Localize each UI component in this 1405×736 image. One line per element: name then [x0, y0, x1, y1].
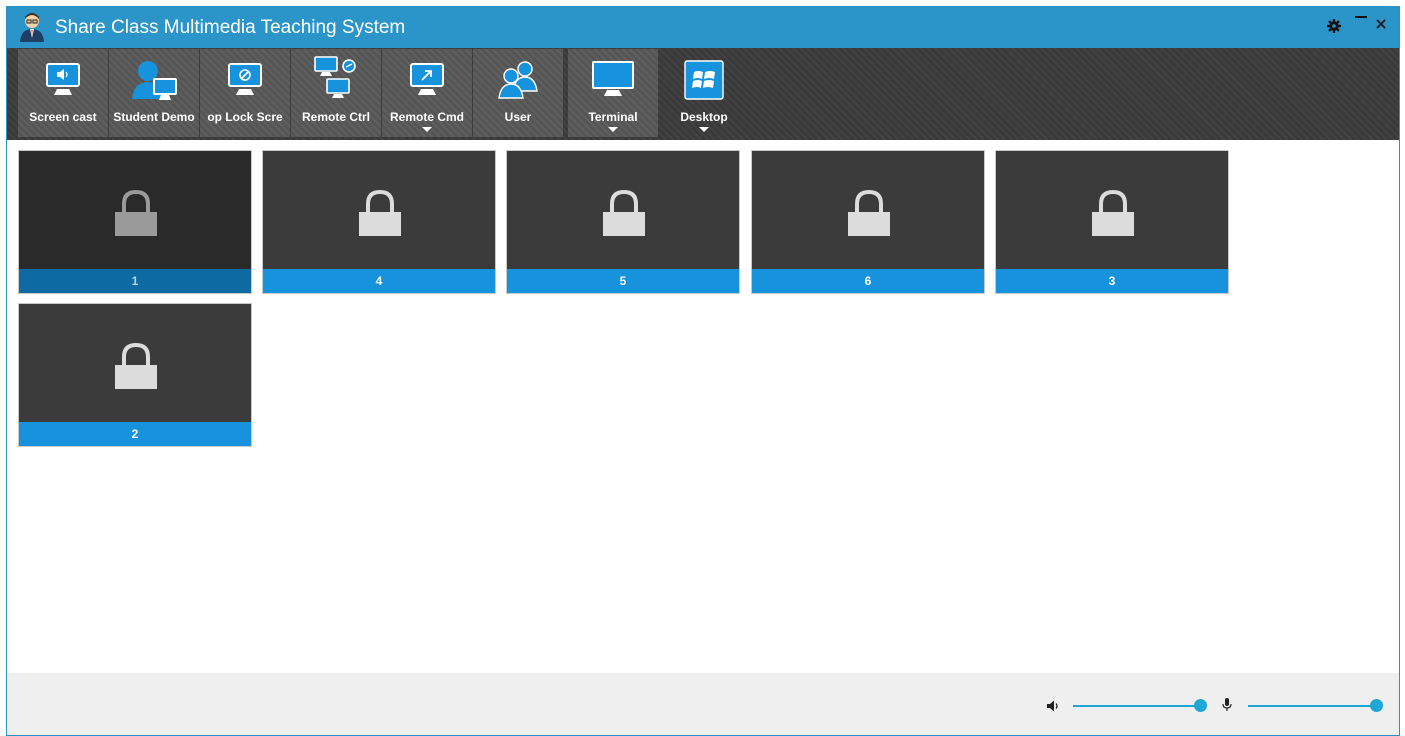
terminal-label: 3 [996, 269, 1228, 293]
terminal-label: 1 [19, 269, 251, 293]
terminal-screen [263, 151, 495, 269]
terminal-screen [19, 151, 251, 269]
teacher-avatar-icon [20, 13, 44, 42]
lock-icon [603, 189, 645, 236]
terminal-label: 4 [263, 269, 495, 293]
close-icon[interactable] [1375, 18, 1387, 30]
remote-cmd-button[interactable]: Remote Cmd [382, 49, 472, 137]
screen-cast-button[interactable]: Screen cast [18, 49, 108, 137]
window-title: Share Class Multimedia Teaching System [55, 17, 406, 38]
minimize-icon[interactable] [1354, 15, 1368, 21]
user-button[interactable]: User [473, 49, 563, 137]
chevron-down-icon[interactable] [422, 127, 432, 132]
speaker-icon[interactable] [1046, 699, 1060, 713]
title-bar: Share Class Multimedia Teaching System [7, 7, 1399, 48]
app-window: Share Class Multimedia Teaching System S… [6, 6, 1400, 736]
volume-slider[interactable] [1073, 697, 1207, 715]
terminal-label: 2 [19, 422, 251, 446]
terminal-screen [752, 151, 984, 269]
student-demo-icon [132, 61, 177, 100]
terminal-icon [592, 61, 634, 96]
student-demo-label: Student Demo [113, 110, 195, 124]
lock-icon [115, 342, 157, 389]
desktop-icon [684, 60, 724, 100]
terminal-screen [507, 151, 739, 269]
lock-icon [848, 189, 890, 236]
terminal-grid: 1 4 5 6 3 2 [7, 140, 1399, 673]
user-label: User [504, 110, 532, 124]
screen-cast-icon [46, 63, 80, 95]
lock-screen-icon [228, 63, 262, 95]
remote-ctrl-icon [314, 56, 356, 98]
remote-ctrl-label: Remote Ctrl [301, 110, 370, 124]
terminal-tile[interactable]: 5 [506, 150, 740, 294]
terminal-button[interactable]: Terminal [568, 49, 658, 137]
terminal-screen [996, 151, 1228, 269]
chevron-down-icon[interactable] [608, 127, 618, 132]
status-footer [7, 673, 1399, 735]
volume-slider-knob[interactable] [1194, 699, 1207, 712]
terminal-screen [19, 304, 251, 422]
terminal-label: Terminal [588, 110, 638, 124]
user-icon [498, 61, 538, 99]
desktop-button[interactable]: Desktop [659, 49, 749, 137]
terminal-label: 6 [752, 269, 984, 293]
lock-icon [1092, 189, 1134, 236]
terminal-tile[interactable]: 4 [262, 150, 496, 294]
microphone-slider-knob[interactable] [1370, 699, 1383, 712]
settings-gear-icon[interactable] [1327, 19, 1341, 33]
lock-screen-label: op Lock Scre [207, 110, 283, 124]
student-demo-button[interactable]: Student Demo [109, 49, 199, 137]
remote-ctrl-button[interactable]: Remote Ctrl [291, 49, 381, 137]
terminal-label: 5 [507, 269, 739, 293]
remote-cmd-label: Remote Cmd [389, 110, 464, 124]
lock-icon [115, 189, 157, 236]
screen-cast-label: Screen cast [29, 110, 97, 124]
terminal-tile[interactable]: 3 [995, 150, 1229, 294]
chevron-down-icon[interactable] [699, 127, 709, 132]
lock-screen-button[interactable]: op Lock Scre [200, 49, 290, 137]
lock-icon [359, 189, 401, 236]
terminal-tile[interactable]: 1 [18, 150, 252, 294]
terminal-tile[interactable]: 6 [751, 150, 985, 294]
microphone-icon[interactable] [1221, 697, 1233, 713]
terminal-tile[interactable]: 2 [18, 303, 252, 447]
remote-cmd-icon [410, 63, 444, 95]
volume-slider-track [1073, 705, 1199, 707]
microphone-slider[interactable] [1248, 697, 1383, 715]
microphone-slider-track [1248, 705, 1376, 707]
toolbar: Screen cast Student Demo op Lock Scre Re… [7, 48, 1399, 140]
desktop-label: Desktop [680, 110, 728, 124]
